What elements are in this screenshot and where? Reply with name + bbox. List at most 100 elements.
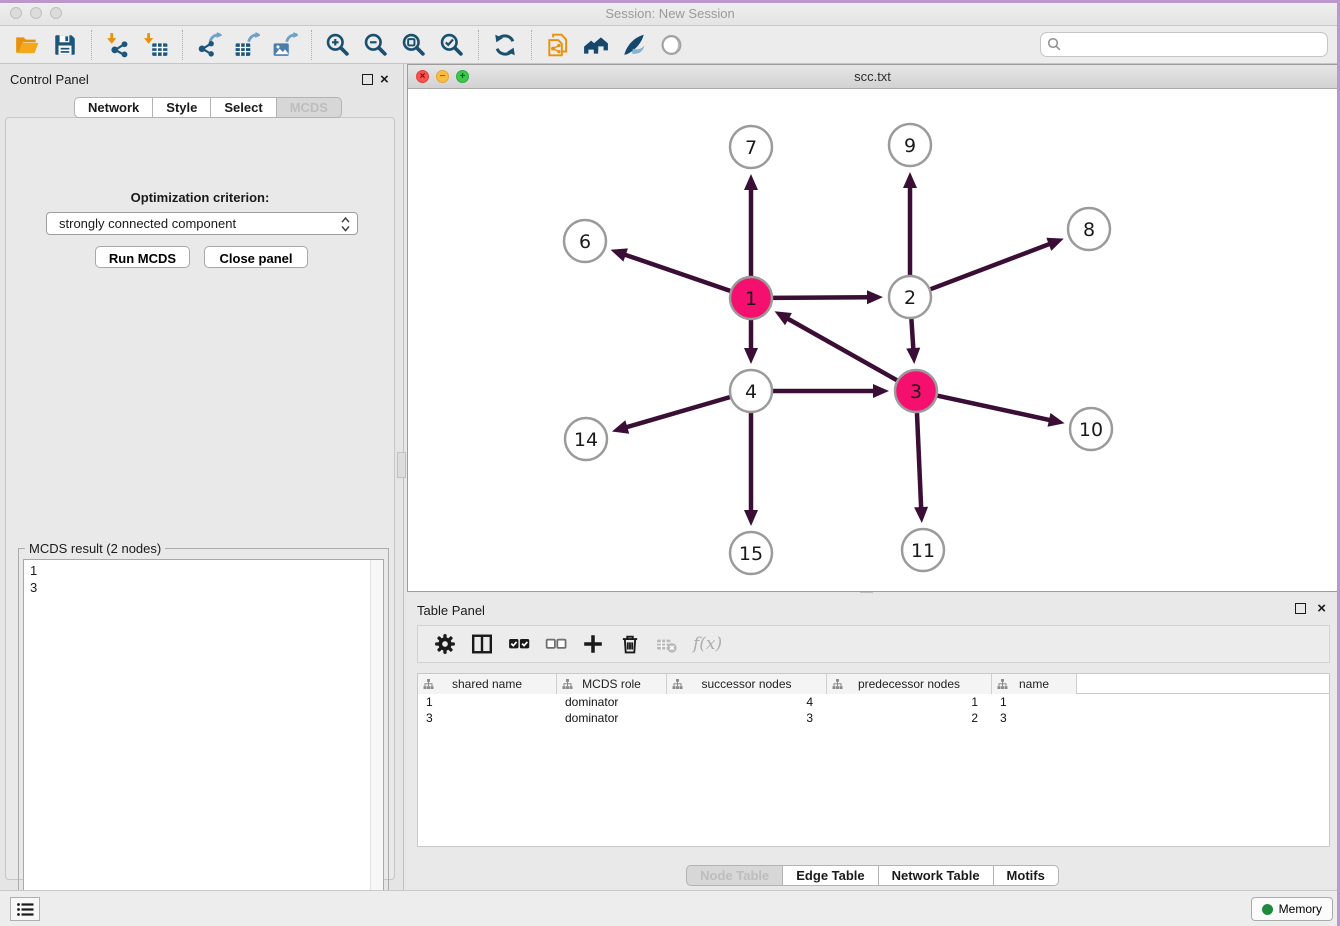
float-table-panel-icon[interactable] [1295,603,1306,614]
table-row[interactable]: 3dominator323 [418,710,1329,726]
graph-node-11[interactable]: 11 [902,529,944,571]
graph-node-14[interactable]: 14 [565,418,607,460]
column-header-MCDS-role[interactable]: MCDS role [557,674,667,694]
table-cell[interactable]: 2 [827,710,992,726]
close-table-panel-icon[interactable]: × [1317,603,1326,615]
duplicate-network-button[interactable] [542,29,574,61]
graph-node-8[interactable]: 8 [1068,208,1110,250]
float-panel-icon[interactable] [362,74,373,85]
table-cell[interactable]: dominator [557,694,667,710]
optimization-criterion-label: Optimization criterion: [6,190,394,205]
graph-node-15[interactable]: 15 [730,532,772,574]
save-session-button[interactable] [49,29,81,61]
table-cell[interactable]: 3 [992,710,1077,726]
import-table-button[interactable] [140,29,172,61]
svg-text:4: 4 [745,381,757,403]
tab-network[interactable]: Network [74,97,153,118]
column-header-name[interactable]: name [992,674,1077,694]
search-box [1040,32,1328,57]
table-cell[interactable]: 1 [418,694,557,710]
graph-node-1[interactable]: 1 [730,277,772,319]
delete-table-button[interactable] [650,629,684,659]
network-canvas[interactable]: 7 9 6 8 1 2 4 3 14 10 15 11 [408,89,1337,591]
show-column-button[interactable] [465,629,499,659]
zoom-fit-button[interactable] [398,29,430,61]
table-header: shared name MCDS role successor nodes pr… [418,674,1329,694]
tab-select[interactable]: Select [210,97,276,118]
select-all-columns-button[interactable] [502,629,536,659]
run-mcds-button[interactable]: Run MCDS [95,246,190,268]
export-network-button[interactable] [193,29,225,61]
refresh-view-button[interactable] [489,29,521,61]
export-image-button[interactable] [269,29,301,61]
open-session-button[interactable] [11,29,43,61]
home-view-button[interactable] [580,29,612,61]
close-panel-button[interactable]: Close panel [204,246,308,268]
graph-edge-4-14[interactable] [624,397,729,428]
graph-node-3[interactable]: 3 [895,370,937,412]
search-icon [1047,37,1062,52]
tab-motifs[interactable]: Motifs [993,865,1059,886]
graph-edge-3-11[interactable] [917,413,921,510]
table-cell[interactable]: dominator [557,710,667,726]
tab-mcds[interactable]: MCDS [276,97,342,118]
function-builder-button[interactable]: f(x) [687,629,722,659]
graph-edge-3-10[interactable] [937,396,1051,421]
delete-column-button[interactable] [613,629,647,659]
show-graphics-details-button[interactable] [656,29,688,61]
network-graph[interactable]: 7 9 6 8 1 2 4 3 14 10 15 11 [408,89,1337,591]
memory-status-icon [1262,904,1273,915]
column-header-shared-name[interactable]: shared name [418,674,557,694]
import-network-icon [105,32,131,58]
criterion-select[interactable]: strongly connected component [46,212,358,235]
table-cell[interactable]: 1 [992,694,1077,710]
graph-node-4[interactable]: 4 [730,370,772,412]
import-network-button[interactable] [102,29,134,61]
table-cell[interactable]: 1 [827,694,992,710]
zoom-in-button[interactable] [322,29,354,61]
plus-icon [582,633,604,655]
graph-edge-2-8[interactable] [931,243,1052,289]
graph-edge-2-3[interactable] [911,319,913,351]
column-header-predecessor-nodes[interactable]: predecessor nodes [827,674,992,694]
graph-edge-3-1[interactable] [786,318,897,381]
unselect-all-columns-button[interactable] [539,629,573,659]
node-table: shared name MCDS role successor nodes pr… [417,673,1330,847]
graph-edge-arrow [744,174,758,190]
table-row[interactable]: 1dominator411 [418,694,1329,710]
result-scrollbar[interactable] [370,560,383,918]
table-cell[interactable]: 4 [667,694,827,710]
tab-style[interactable]: Style [152,97,211,118]
table-cell[interactable]: 3 [667,710,827,726]
graph-node-2[interactable]: 2 [889,276,931,318]
task-history-button[interactable] [10,897,40,921]
add-column-button[interactable] [576,629,610,659]
vertical-splitter-handle[interactable] [397,452,406,478]
memory-button[interactable]: Memory [1251,897,1333,921]
table-cell[interactable]: 3 [418,710,557,726]
close-panel-icon[interactable]: × [380,74,389,86]
graph-edge-1-6[interactable] [623,254,730,291]
graph-node-6[interactable]: 6 [564,220,606,262]
tab-network-table[interactable]: Network Table [878,865,994,886]
search-input[interactable] [1040,32,1328,57]
tab-edge-table[interactable]: Edge Table [782,865,878,886]
graph-node-7[interactable]: 7 [730,126,772,168]
zoom-out-button[interactable] [360,29,392,61]
apply-style-button[interactable] [618,29,650,61]
mcds-panel: Optimization criterion: strongly connect… [5,117,395,880]
graph-edge-1-2[interactable] [773,297,870,298]
zoom-selected-button[interactable] [436,29,468,61]
graph-node-10[interactable]: 10 [1070,408,1112,450]
tab-node-table[interactable]: Node Table [686,865,783,886]
column-header-successor-nodes[interactable]: successor nodes [667,674,827,694]
mcds-result-area[interactable]: 1 3 [23,559,384,919]
table-settings-button[interactable] [428,629,462,659]
memory-label: Memory [1279,902,1322,916]
zoom-fit-icon [401,32,427,58]
graph-edge-arrow [873,384,889,398]
table-panel: Table Panel × [407,595,1338,890]
graph-node-9[interactable]: 9 [889,124,931,166]
eye-icon [659,32,685,58]
export-table-button[interactable] [231,29,263,61]
